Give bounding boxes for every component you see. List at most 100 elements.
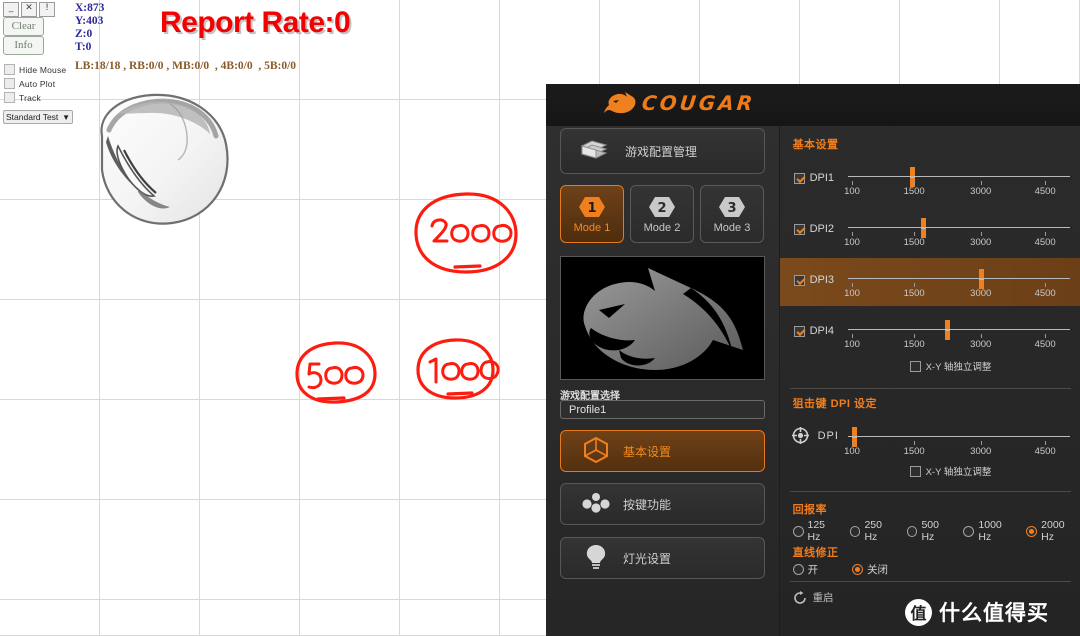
cougar-head-icon — [604, 92, 636, 114]
radio-2000hz[interactable]: 2000 Hz — [1026, 519, 1080, 543]
mode-3-label: Mode 3 — [713, 221, 751, 234]
divider — [789, 581, 1071, 582]
radio-label: 500 Hz — [921, 519, 939, 543]
checkbox-icon[interactable] — [909, 465, 921, 477]
tick-label: 100 — [844, 339, 860, 350]
folders-icon — [579, 137, 613, 166]
reset-button[interactable]: 重启 — [793, 590, 834, 605]
checkbox-label: Hide Mouse — [19, 64, 67, 75]
slider-handle[interactable] — [921, 218, 927, 238]
radio-500hz[interactable]: 500 Hz — [906, 519, 955, 543]
dpi4-checkbox[interactable]: DPI4 — [793, 325, 835, 337]
checkbox-icon[interactable] — [909, 360, 921, 372]
angle-snapping-radio-group[interactable]: 开 关闭 — [792, 562, 888, 577]
cougar-header: COUGAR — [546, 84, 1080, 127]
slider-track — [847, 227, 1070, 228]
dpi3-slider[interactable]: 100 1500 3000 4500 — [844, 258, 1070, 304]
coordinate-readout: X:873 Y:403 Z:0 T:0 — [75, 2, 104, 54]
info-button[interactable]: Info — [3, 36, 44, 55]
radio-icon[interactable] — [849, 525, 861, 537]
dpi1-checkbox[interactable]: DPI1 — [793, 172, 835, 184]
nav-keys-label: 按键功能 — [623, 497, 672, 512]
xy-independent-checkbox-basic[interactable]: X-Y 轴独立调整 — [909, 359, 991, 373]
radio-icon[interactable] — [963, 525, 975, 537]
tick-label: 1500 — [903, 237, 925, 248]
radio-icon[interactable] — [792, 525, 804, 537]
checkbox-icon[interactable] — [4, 78, 15, 89]
radio-icon[interactable] — [792, 564, 804, 575]
dpi3-checkbox[interactable]: DPI3 — [793, 274, 834, 286]
window-controls[interactable]: _ ✕ ! — [3, 2, 55, 17]
dpi4-label: DPI4 — [809, 325, 835, 337]
checkbox-icon[interactable] — [4, 92, 15, 103]
divider — [789, 388, 1071, 389]
profile-manager-button[interactable]: 游戏配置管理 — [560, 128, 765, 174]
checkbox-track[interactable]: Track — [4, 92, 41, 103]
xy-independent-checkbox-sniper[interactable]: X-Y 轴独立调整 — [909, 464, 992, 478]
nav-lighting-settings[interactable]: 灯光设置 — [560, 537, 765, 579]
radio-icon[interactable] — [906, 525, 918, 537]
chevron-down-icon[interactable]: ▼ — [62, 113, 70, 122]
nav-basic-settings[interactable]: 基本设置 — [560, 430, 765, 472]
alert-icon[interactable]: ! — [39, 2, 55, 17]
radio-250hz[interactable]: 250 Hz — [849, 519, 898, 543]
dpi2-label: DPI2 — [809, 223, 835, 235]
radio-angle-on[interactable]: 开 — [792, 562, 819, 577]
tick-label: 4500 — [1034, 446, 1056, 457]
dpi-row-1: DPI1 100 1500 3000 4500 — [780, 156, 1080, 204]
radio-label: 1000 Hz — [978, 519, 1002, 543]
coord-z: Z:0 — [75, 28, 93, 40]
dpi1-label: DPI1 — [809, 172, 835, 184]
minimize-icon[interactable]: _ — [3, 2, 19, 17]
section-title-report-rate: 回报率 — [792, 504, 828, 516]
cougar-right-column: 基本设置 DPI1 100 1500 3000 4500 DPI2 100 15… — [779, 126, 1080, 636]
checkbox-checked-icon[interactable] — [793, 223, 805, 235]
svg-text:3: 3 — [727, 201, 736, 216]
dpi-row-4: DPI4 100 1500 3000 4500 — [780, 309, 1080, 357]
hexagon-icon — [577, 436, 615, 467]
checkbox-auto-plot[interactable]: Auto Plot — [4, 78, 55, 89]
checkbox-label: Track — [19, 92, 41, 103]
radio-label: 2000 Hz — [1041, 519, 1065, 543]
checkbox-checked-icon[interactable] — [793, 172, 805, 184]
bulb-icon — [577, 543, 615, 574]
radio-label: 开 — [807, 564, 819, 576]
test-mode-dropdown[interactable]: Standard Test ▼ — [3, 110, 73, 124]
sniper-dpi-slider[interactable]: 100 1500 3000 4500 — [844, 416, 1070, 462]
checkbox-icon[interactable] — [4, 64, 15, 75]
tick-label: 4500 — [1034, 186, 1056, 197]
nav-key-functions[interactable]: 按键功能 — [560, 483, 765, 525]
checkbox-checked-icon[interactable] — [793, 325, 805, 337]
radio-1000hz[interactable]: 1000 Hz — [963, 519, 1017, 543]
report-rate-radio-group[interactable]: 125 Hz 250 Hz 500 Hz 1000 Hz 2000 Hz — [792, 519, 1080, 543]
profile-select[interactable]: Profile1 — [560, 400, 765, 419]
radio-125hz[interactable]: 125 Hz — [792, 519, 841, 543]
dpi2-checkbox[interactable]: DPI2 — [793, 223, 835, 235]
dpi-row-3-selected: DPI3 100 1500 3000 4500 — [779, 258, 1080, 306]
coord-t: T:0 — [75, 41, 92, 53]
mode-1-button[interactable]: 1 Mode 1 — [560, 185, 624, 243]
svg-text:1: 1 — [587, 201, 596, 216]
tick-label: 3000 — [970, 288, 992, 299]
tick-label: 1500 — [903, 288, 925, 299]
mode-3-button[interactable]: 3 Mode 3 — [700, 185, 764, 243]
slider-track — [847, 176, 1070, 177]
slider-handle[interactable] — [945, 320, 951, 340]
radio-angle-off[interactable]: 关闭 — [852, 562, 888, 577]
radio-selected-icon[interactable] — [1026, 525, 1038, 537]
checkbox-checked-icon[interactable] — [793, 274, 805, 286]
sniper-dpi-row: DPI 100 1500 3000 4500 — [780, 416, 1080, 464]
clear-button[interactable]: Clear — [3, 17, 44, 36]
dpi4-slider[interactable]: 100 1500 3000 4500 — [844, 309, 1070, 355]
dpi1-slider[interactable]: 100 1500 3000 4500 — [844, 156, 1070, 202]
xy-independent-label: X-Y 轴独立调整 — [925, 467, 992, 478]
mode-2-button[interactable]: 2 Mode 2 — [630, 185, 694, 243]
dpi2-slider[interactable]: 100 1500 3000 4500 — [844, 207, 1070, 253]
tick-label: 4500 — [1034, 288, 1056, 299]
tick-label: 1500 — [903, 186, 925, 197]
nav-lighting-label: 灯光设置 — [623, 551, 672, 566]
radio-selected-icon[interactable] — [852, 564, 864, 575]
tick-label: 4500 — [1034, 339, 1056, 350]
close-icon[interactable]: ✕ — [21, 2, 37, 17]
checkbox-hide-mouse[interactable]: Hide Mouse — [4, 64, 66, 75]
